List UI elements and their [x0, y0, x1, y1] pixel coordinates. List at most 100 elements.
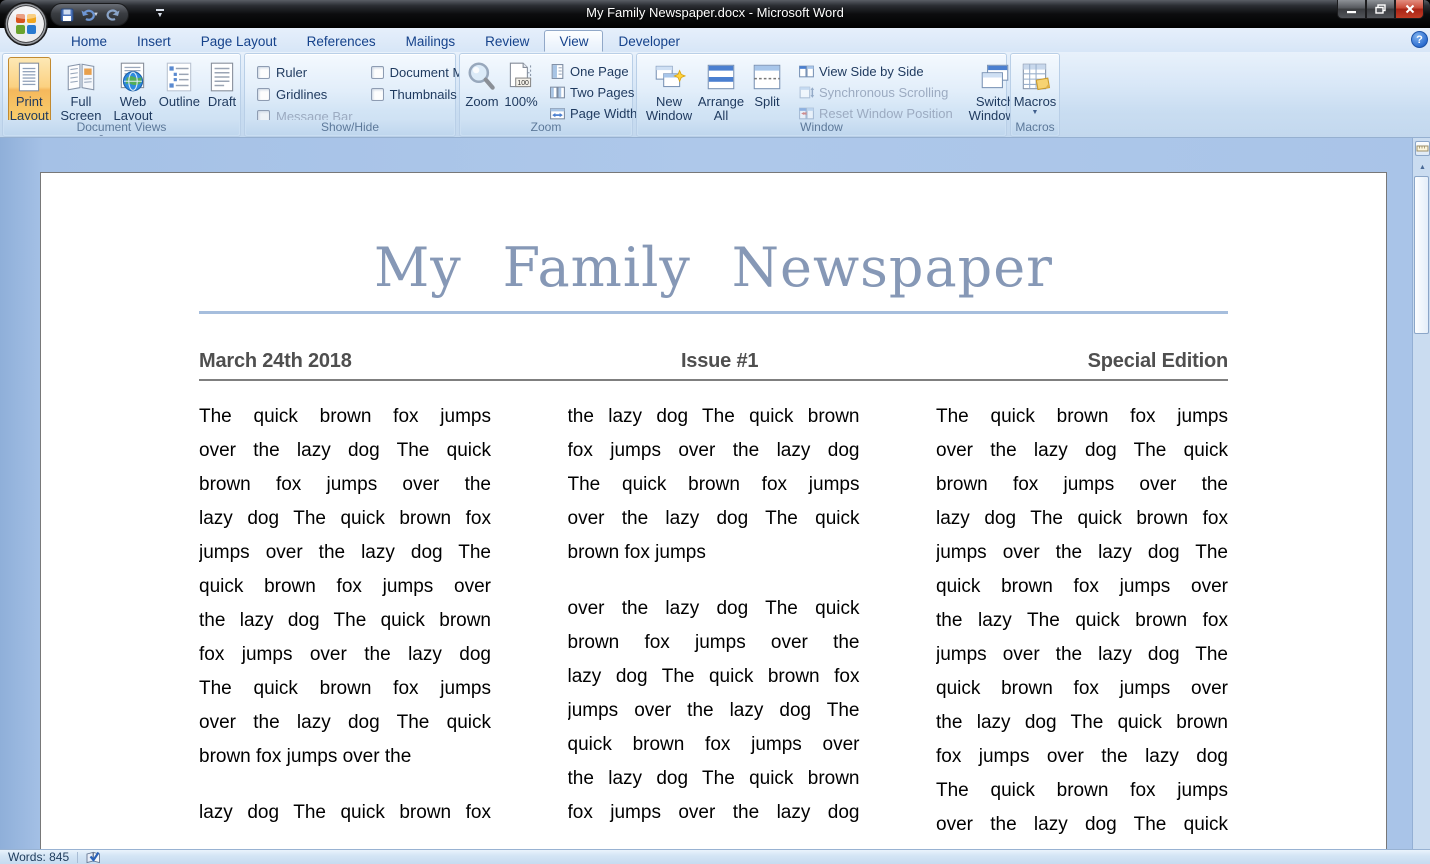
customize-quick-access-toolbar-button[interactable]: ▼	[152, 6, 168, 23]
newspaper-column-3[interactable]: The quick brown fox jumps over the lazy d…	[936, 400, 1228, 842]
newspaper-column-2[interactable]: the lazy dog The quick brown fox jumps ov…	[568, 400, 860, 842]
text-line[interactable]: jumps over the lazy dog The	[568, 694, 860, 728]
group-label-window: Window	[638, 120, 1005, 135]
tab-insert[interactable]: Insert	[122, 30, 186, 52]
outline-button[interactable]: Outline	[158, 57, 201, 110]
text-line[interactable]: quick brown fox jumps over	[199, 570, 491, 604]
text-line[interactable]: the lazy dog The quick brown	[568, 762, 860, 796]
tab-mailings[interactable]: Mailings	[391, 30, 471, 52]
text-line[interactable]: The quick brown fox jumps	[936, 400, 1228, 434]
text-line[interactable]: The quick brown fox jumps	[199, 672, 491, 706]
ruler-toggle-button[interactable]	[1415, 141, 1430, 156]
redo-button[interactable]	[103, 6, 122, 24]
synchronous-scrolling-button[interactable]: Synchronous Scrolling	[795, 82, 956, 103]
undo-button[interactable]: ▼	[80, 6, 99, 24]
text-line[interactable]: over the lazy dog The quick	[199, 434, 491, 468]
tab-review[interactable]: Review	[470, 30, 544, 52]
text-line[interactable]: lazy dog The quick brown fox	[199, 502, 491, 536]
save-button[interactable]	[57, 6, 76, 24]
text-line[interactable]: over the lazy dog The quick	[936, 808, 1228, 842]
new-window-button[interactable]: New Window	[645, 57, 693, 123]
text-line[interactable]: brown fox jumps over the	[199, 740, 491, 774]
office-button[interactable]	[3, 1, 49, 47]
text-line[interactable]: over the lazy dog The quick	[568, 592, 860, 626]
print-layout-icon	[12, 60, 46, 94]
checkbox-ruler[interactable]: Ruler	[257, 61, 353, 83]
text-line[interactable]: brown fox jumps over the	[936, 468, 1228, 502]
group-label-document-views: Document Views	[4, 120, 239, 135]
macros-button[interactable]: Macros ▼	[1013, 57, 1057, 117]
text-line[interactable]: fox jumps over the lazy dog	[568, 796, 860, 830]
tab-view[interactable]: View	[544, 30, 604, 52]
zoom-button[interactable]: Zoom	[464, 57, 500, 110]
checkbox-box[interactable]	[257, 65, 270, 79]
checkbox-label: Thumbnails	[389, 86, 457, 102]
text-line[interactable]: lazy dog The quick brown fox	[568, 660, 860, 694]
newspaper-column-1[interactable]: The quick brown fox jumps over the lazy d…	[199, 400, 491, 842]
minimize-button[interactable]	[1337, 0, 1366, 19]
text-line[interactable]: quick brown fox jumps over	[568, 728, 860, 762]
checkbox-box[interactable]	[370, 65, 384, 79]
text-line[interactable]: fox jumps over the lazy dog	[936, 740, 1228, 774]
tab-references[interactable]: References	[292, 30, 391, 52]
tab-page-layout[interactable]: Page Layout	[186, 30, 292, 52]
restore-button[interactable]	[1366, 0, 1395, 19]
word-count[interactable]: Words: 845	[8, 850, 69, 864]
text-line[interactable]: quick brown fox jumps over	[936, 570, 1228, 604]
text-line[interactable]: the lazy The quick brown fox	[936, 604, 1228, 638]
text-line[interactable]: the lazy dog The quick brown	[199, 604, 491, 638]
text-line[interactable]: over the lazy dog The quick	[568, 502, 860, 536]
document-area: My Family Newspaper March 24th 2018 Issu…	[0, 138, 1430, 849]
text-line[interactable]: quick brown fox jumps over	[936, 672, 1228, 706]
newspaper-title[interactable]: My Family Newspaper	[199, 239, 1228, 297]
draft-button[interactable]: Draft	[204, 57, 240, 110]
split-button[interactable]: Split	[749, 57, 785, 110]
text-line[interactable]: brown fox jumps	[568, 536, 860, 570]
dateline: March 24th 2018 Issue #1 Special Edition	[199, 350, 1228, 381]
checkbox-gridlines[interactable]: Gridlines	[257, 83, 353, 105]
dateline-edition[interactable]: Special Edition	[1088, 350, 1229, 373]
tab-developer[interactable]: Developer	[603, 30, 695, 52]
vertical-scrollbar[interactable]: ▲	[1412, 138, 1430, 849]
text-line[interactable]: lazy dog The quick brown fox	[936, 502, 1228, 536]
zoom-100-button[interactable]: 100 100%	[503, 57, 539, 110]
undo-dropdown-arrow[interactable]: ▼	[93, 12, 99, 18]
text-line[interactable]: brown fox jumps over the	[568, 626, 860, 660]
arrange-all-button[interactable]: Arrange All	[697, 57, 745, 123]
scroll-up-arrow[interactable]: ▲	[1415, 161, 1430, 174]
text-line[interactable]: fox jumps over the lazy dog	[568, 434, 860, 468]
svg-text:100: 100	[517, 80, 529, 87]
newspaper-columns[interactable]: The quick brown fox jumps over the lazy d…	[199, 400, 1228, 842]
paragraph: lazy dog The quick brown fox	[199, 796, 491, 830]
proofing-check-icon[interactable]	[86, 851, 102, 864]
two-pages-button[interactable]: Two Pages	[546, 82, 640, 103]
help-button[interactable]: ?	[1411, 31, 1428, 48]
checkbox-box[interactable]	[257, 87, 270, 101]
text-line[interactable]: The quick brown fox jumps	[568, 468, 860, 502]
text-line[interactable]: The quick brown fox jumps	[936, 774, 1228, 808]
close-button[interactable]	[1395, 0, 1424, 19]
print-layout-button[interactable]: Print Layout	[8, 57, 51, 123]
text-line[interactable]: over the lazy dog The quick	[199, 706, 491, 740]
text-line[interactable]: over the lazy dog The quick	[936, 434, 1228, 468]
text-line[interactable]: fox jumps over the lazy dog	[199, 638, 491, 672]
one-page-button[interactable]: One Page	[546, 61, 640, 82]
text-line[interactable]: the lazy dog The quick brown	[568, 400, 860, 434]
dateline-issue[interactable]: Issue #1	[681, 350, 759, 373]
dateline-date[interactable]: March 24th 2018	[199, 350, 352, 373]
page[interactable]: My Family Newspaper March 24th 2018 Issu…	[40, 172, 1387, 849]
paragraph: The quick brown fox jumps over the lazy d…	[936, 400, 1228, 842]
scrollbar-thumb[interactable]	[1414, 176, 1429, 334]
text-line[interactable]: jumps over the lazy dog The	[199, 536, 491, 570]
text-line[interactable]: brown fox jumps over the	[199, 468, 491, 502]
group-label-zoom: Zoom	[461, 120, 631, 135]
web-layout-button[interactable]: Web Layout	[111, 57, 154, 123]
text-line[interactable]: The quick brown fox jumps	[199, 400, 491, 434]
text-line[interactable]: lazy dog The quick brown fox	[199, 796, 491, 830]
text-line[interactable]: the lazy dog The quick brown	[936, 706, 1228, 740]
tab-home[interactable]: Home	[56, 30, 122, 52]
view-side-by-side-button[interactable]: View Side by Side	[795, 61, 956, 82]
checkbox-box[interactable]	[370, 87, 384, 101]
text-line[interactable]: jumps over the lazy dog The	[936, 536, 1228, 570]
text-line[interactable]: jumps over the lazy dog The	[936, 638, 1228, 672]
